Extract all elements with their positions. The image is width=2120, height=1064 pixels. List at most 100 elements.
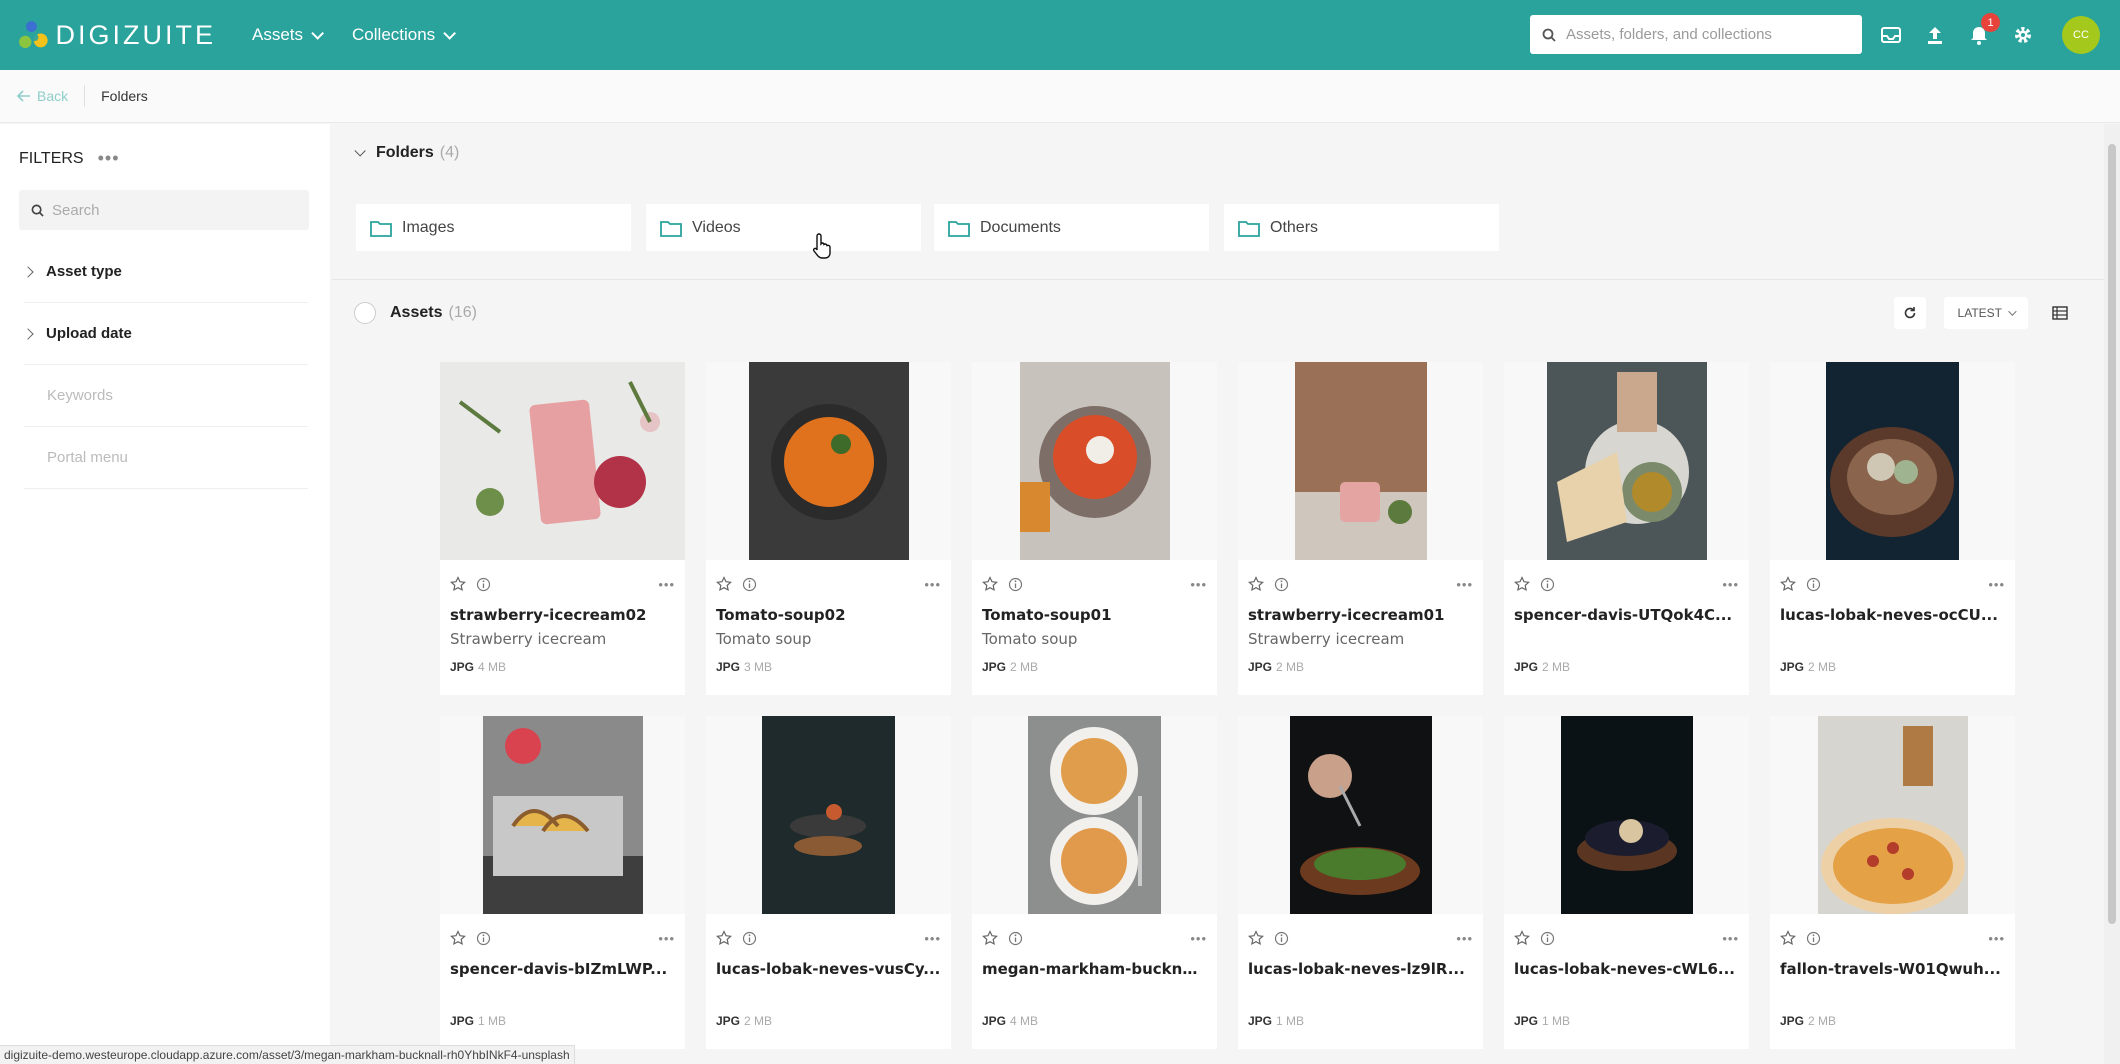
upload-icon	[1928, 27, 1942, 44]
filter-search-input[interactable]	[52, 201, 292, 219]
filter-search[interactable]	[19, 190, 309, 230]
info-icon[interactable]	[1008, 577, 1023, 592]
chevron-down-icon	[443, 26, 457, 40]
more-options-icon[interactable]: •••	[1722, 577, 1739, 592]
more-options-icon[interactable]: •••	[924, 577, 941, 592]
global-search[interactable]	[1530, 15, 1862, 54]
scrollbar-thumb[interactable]	[2108, 144, 2116, 924]
asset-card[interactable]: ••• strawberry-icecream01 Strawberry icecr…	[1238, 362, 1483, 695]
folder-videos[interactable]: Videos	[646, 204, 921, 251]
asset-actions: •••	[440, 914, 685, 950]
facet-portal-menu[interactable]: Portal menu	[24, 427, 308, 489]
more-options-icon[interactable]: •••	[1190, 577, 1207, 592]
page-scrollbar[interactable]	[2104, 124, 2120, 1064]
info-icon[interactable]	[742, 577, 757, 592]
list-view-button[interactable]	[2046, 297, 2074, 329]
more-options-icon[interactable]: •••	[1456, 577, 1473, 592]
more-options-icon[interactable]: •••	[1988, 577, 2005, 592]
nav-assets-menu[interactable]: Assets	[252, 25, 325, 45]
asset-title: megan-markham-buckna...	[982, 960, 1210, 978]
info-icon[interactable]	[1008, 931, 1023, 946]
asset-thumbnail[interactable]	[972, 716, 1217, 914]
star-icon[interactable]	[1248, 576, 1264, 592]
star-icon[interactable]	[450, 576, 466, 592]
info-icon[interactable]	[476, 577, 491, 592]
folder-images[interactable]: Images	[356, 204, 631, 251]
nav-collections-menu[interactable]: Collections	[352, 25, 457, 45]
asset-thumbnail[interactable]	[1238, 362, 1483, 560]
global-search-input[interactable]	[1566, 26, 1846, 43]
asset-thumbnail[interactable]	[1504, 716, 1749, 914]
facet-keywords[interactable]: Keywords	[24, 365, 308, 427]
asset-thumbnail[interactable]	[1770, 716, 2015, 914]
info-icon[interactable]	[1274, 931, 1289, 946]
asset-card[interactable]: ••• fallon-travels-W01Qwuh... JPG 2 MB	[1770, 716, 2015, 1049]
star-icon[interactable]	[716, 576, 732, 592]
asset-card[interactable]: ••• Tomato-soup01 Tomato soup JPG 2 MB	[972, 362, 1217, 695]
notifications-button[interactable]: 1	[1966, 13, 2000, 53]
folder-documents[interactable]: Documents	[934, 204, 1209, 251]
asset-actions: •••	[1770, 914, 2015, 950]
asset-thumbnail[interactable]	[440, 716, 685, 914]
star-icon[interactable]	[1780, 576, 1796, 592]
info-icon[interactable]	[1806, 931, 1821, 946]
more-options-icon[interactable]: •••	[98, 148, 120, 169]
brand-logo[interactable]: DIGIZUITE	[16, 12, 216, 58]
asset-card[interactable]: ••• spencer-davis-bIZmLWP... JPG 1 MB	[440, 716, 685, 1049]
info-icon[interactable]	[1540, 577, 1555, 592]
star-icon[interactable]	[1514, 930, 1530, 946]
refresh-button[interactable]	[1893, 297, 1926, 329]
asset-thumbnail[interactable]	[1504, 362, 1749, 560]
star-icon[interactable]	[982, 576, 998, 592]
asset-thumbnail[interactable]	[706, 362, 951, 560]
settings-button[interactable]	[2010, 17, 2036, 53]
user-avatar[interactable]: CC	[2062, 16, 2100, 54]
info-icon[interactable]	[1274, 577, 1289, 592]
facet-asset-type[interactable]: Asset type	[22, 241, 308, 303]
select-all-checkbox[interactable]	[354, 302, 376, 324]
folder-icon	[370, 220, 392, 237]
more-options-icon[interactable]: •••	[1456, 931, 1473, 946]
info-icon[interactable]	[742, 931, 757, 946]
asset-thumbnail[interactable]	[1238, 716, 1483, 914]
back-button[interactable]: Back	[17, 88, 68, 104]
asset-subtitle	[972, 978, 1217, 1004]
info-icon[interactable]	[476, 931, 491, 946]
star-icon[interactable]	[982, 930, 998, 946]
more-options-icon[interactable]: •••	[658, 931, 675, 946]
star-icon[interactable]	[1248, 930, 1264, 946]
asset-card[interactable]: ••• lucas-lobak-neves-vusCy... JPG 2 MB	[706, 716, 951, 1049]
more-options-icon[interactable]: •••	[1722, 931, 1739, 946]
asset-thumbnail[interactable]	[1770, 362, 2015, 560]
star-icon[interactable]	[1780, 930, 1796, 946]
more-options-icon[interactable]: •••	[1988, 931, 2005, 946]
star-icon[interactable]	[716, 930, 732, 946]
star-icon[interactable]	[1514, 576, 1530, 592]
upload-button[interactable]	[1922, 17, 1948, 53]
asset-card[interactable]: ••• spencer-davis-UTQok4C... JPG 2 MB	[1504, 362, 1749, 695]
star-icon[interactable]	[450, 930, 466, 946]
gear-icon	[2015, 27, 2031, 43]
asset-format: JPG	[1780, 1014, 1805, 1028]
asset-card[interactable]: ••• lucas-lobak-neves-lz9lR... JPG 1 MB	[1238, 716, 1483, 1049]
asset-card[interactable]: ••• lucas-lobak-neves-cWL6... JPG 1 MB	[1504, 716, 1749, 1049]
info-icon[interactable]	[1806, 577, 1821, 592]
facet-upload-date[interactable]: Upload date	[22, 303, 308, 365]
asset-thumbnail[interactable]	[440, 362, 685, 560]
asset-card[interactable]: ••• Tomato-soup02 Tomato soup JPG 3 MB	[706, 362, 951, 695]
info-icon[interactable]	[1540, 931, 1555, 946]
asset-thumbnail[interactable]	[706, 716, 951, 914]
folders-section-toggle[interactable]: Folders (4)	[354, 144, 459, 162]
asset-card[interactable]: ••• lucas-lobak-neves-ocCU... JPG 2 MB	[1770, 362, 2015, 695]
more-options-icon[interactable]: •••	[924, 931, 941, 946]
more-options-icon[interactable]: •••	[1190, 931, 1207, 946]
more-options-icon[interactable]: •••	[658, 577, 675, 592]
asset-subtitle	[1504, 978, 1749, 1004]
asset-thumbnail[interactable]	[972, 362, 1217, 560]
inbox-button[interactable]	[1878, 17, 1904, 53]
folder-others[interactable]: Others	[1224, 204, 1499, 251]
sort-dropdown[interactable]: LATEST	[1943, 297, 2028, 329]
asset-card[interactable]: ••• megan-markham-buckna... JPG 4 MB	[972, 716, 1217, 1049]
asset-meta: JPG 2 MB	[1770, 650, 2015, 674]
asset-card[interactable]: ••• strawberry-icecream02 Strawberry icecr…	[440, 362, 685, 695]
